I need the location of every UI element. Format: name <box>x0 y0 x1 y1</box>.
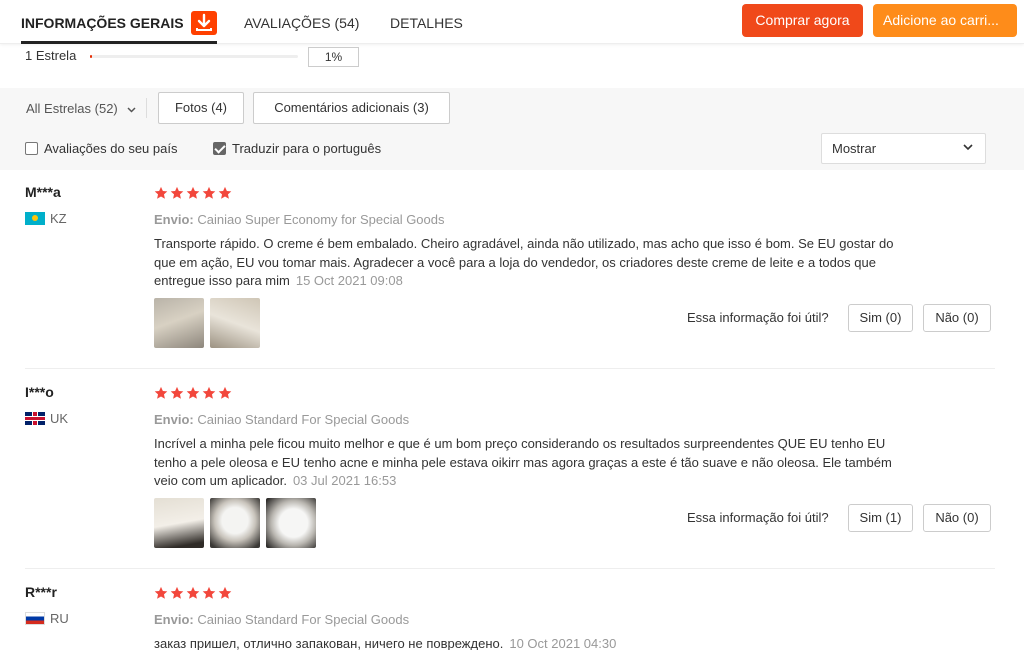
star-icon <box>170 186 184 199</box>
star-icon <box>218 586 232 599</box>
review-photo-thumbnail[interactable] <box>210 498 260 548</box>
reviewer-name: R***r <box>25 584 57 600</box>
review-body: Incrível a minha pele ficou muito melhor… <box>154 436 892 488</box>
top-tab-bar: INFORMAÇÕES GERAIS AVALIAÇÕES (54) DETAL… <box>0 0 1024 44</box>
shipping-label: Envio: <box>154 612 194 627</box>
additional-comments-filter-button[interactable]: Comentários adicionais (3) <box>253 92 450 124</box>
review-stars <box>154 186 234 202</box>
review-date: 15 Oct 2021 09:08 <box>295 273 403 288</box>
flag-ru-icon <box>25 612 45 625</box>
helpful-question: Essa informação foi útil? <box>687 510 829 525</box>
star-icon <box>170 586 184 599</box>
review-date: 10 Oct 2021 04:30 <box>509 636 617 650</box>
country-code: UK <box>50 411 69 426</box>
star-breakdown-label: 1 Estrela <box>25 48 77 63</box>
tab-general-info[interactable]: INFORMAÇÕES GERAIS <box>21 0 218 44</box>
star-icon <box>170 386 184 399</box>
star-breakdown-percent: 1% <box>308 47 359 67</box>
review-divider <box>25 568 995 569</box>
helpful-question: Essa informação foi útil? <box>687 310 829 325</box>
all-stars-filter[interactable]: All Estrelas (52) <box>26 101 136 116</box>
reviewer-name: M***a <box>25 184 61 200</box>
reviewer-country: KZ <box>25 211 67 226</box>
add-to-cart-button[interactable]: Adicione ao carri... <box>873 4 1017 37</box>
helpful-no-button[interactable]: Não (0) <box>923 504 991 532</box>
chevron-down-icon <box>127 107 136 113</box>
helpful-yes-button[interactable]: Sim (0) <box>848 304 913 332</box>
tab-details[interactable]: DETALHES <box>390 0 463 44</box>
show-select[interactable]: Mostrar <box>821 133 986 164</box>
country-code: RU <box>50 611 69 626</box>
star-icon <box>202 386 216 399</box>
reviewer-country: RU <box>25 611 69 626</box>
checkbox-checked-icon <box>213 142 226 155</box>
star-icon <box>186 386 200 399</box>
review-text: Incrível a minha pele ficou muito melhor… <box>154 435 894 491</box>
star-icon <box>186 186 200 199</box>
chevron-down-icon <box>963 144 973 151</box>
review-item: I***o UK Envio: Cainiao Standard For Spe… <box>0 384 1024 564</box>
shipping-info: Envio: Cainiao Standard For Special Good… <box>154 412 409 427</box>
shipping-method: Cainiao Standard For Special Goods <box>197 412 410 427</box>
reviewer-name: I***o <box>25 384 54 400</box>
review-stars <box>154 586 234 602</box>
flag-kz-icon <box>25 212 45 225</box>
checkbox-icon <box>25 142 38 155</box>
review-text: заказ пришел, отлично запакован, ничего … <box>154 635 894 650</box>
star-icon <box>218 186 232 199</box>
shipping-info: Envio: Cainiao Standard For Special Good… <box>154 612 409 627</box>
star-icon <box>154 186 168 199</box>
review-photo-thumbnail[interactable] <box>154 498 204 548</box>
review-divider <box>25 368 995 369</box>
translate-checkbox[interactable]: Traduzir para o português <box>213 141 381 156</box>
tab-general-info-label: INFORMAÇÕES GERAIS <box>21 15 184 31</box>
review-body: Transporte rápido. O creme é bem embalad… <box>154 236 894 288</box>
shipping-label: Envio: <box>154 412 194 427</box>
download-badge-icon <box>191 10 218 35</box>
review-photo-thumbnail[interactable] <box>154 298 204 348</box>
all-stars-label: All Estrelas (52) <box>26 101 118 116</box>
review-item: R***r RU Envio: Cainiao Standard For Spe… <box>0 584 1024 650</box>
own-country-label: Avaliações do seu país <box>44 141 178 156</box>
review-photos <box>154 298 266 348</box>
star-icon <box>202 586 216 599</box>
reviewer-country: UK <box>25 411 68 426</box>
review-item: M***a KZ Envio: Cainiao Super Economy fo… <box>0 184 1024 364</box>
own-country-checkbox[interactable]: Avaliações do seu país <box>25 141 177 156</box>
translate-label: Traduzir para o português <box>232 141 382 156</box>
photos-filter-button[interactable]: Fotos (4) <box>158 92 244 124</box>
helpful-yes-button[interactable]: Sim (1) <box>848 504 913 532</box>
star-icon <box>186 586 200 599</box>
review-filters: All Estrelas (52) Fotos (4) Comentários … <box>0 88 1024 170</box>
star-icon <box>154 386 168 399</box>
flag-uk-icon <box>25 412 45 425</box>
star-breakdown-bar <box>90 55 298 58</box>
shipping-label: Envio: <box>154 212 194 227</box>
star-breakdown-fill <box>90 55 93 58</box>
star-breakdown-row: 1 Estrela 1% <box>25 46 385 67</box>
helpful-no-button[interactable]: Não (0) <box>923 304 991 332</box>
tab-reviews[interactable]: AVALIAÇÕES (54) <box>244 0 359 44</box>
shipping-info: Envio: Cainiao Super Economy for Special… <box>154 212 445 227</box>
review-photo-thumbnail[interactable] <box>210 298 260 348</box>
review-photos <box>154 498 322 548</box>
buy-now-button[interactable]: Comprar agora <box>742 4 863 37</box>
star-icon <box>154 586 168 599</box>
star-icon <box>218 386 232 399</box>
show-select-value: Mostrar <box>832 141 877 156</box>
country-code: KZ <box>50 211 67 226</box>
shipping-method: Cainiao Standard For Special Goods <box>197 612 410 627</box>
review-photo-thumbnail[interactable] <box>266 498 316 548</box>
review-stars <box>154 386 234 402</box>
review-date: 03 Jul 2021 16:53 <box>292 473 397 488</box>
review-text: Transporte rápido. O creme é bem embalad… <box>154 235 894 291</box>
shipping-method: Cainiao Super Economy for Special Goods <box>197 212 445 227</box>
star-icon <box>202 186 216 199</box>
review-body: заказ пришел, отлично запакован, ничего … <box>154 636 504 650</box>
filter-divider <box>146 98 147 118</box>
